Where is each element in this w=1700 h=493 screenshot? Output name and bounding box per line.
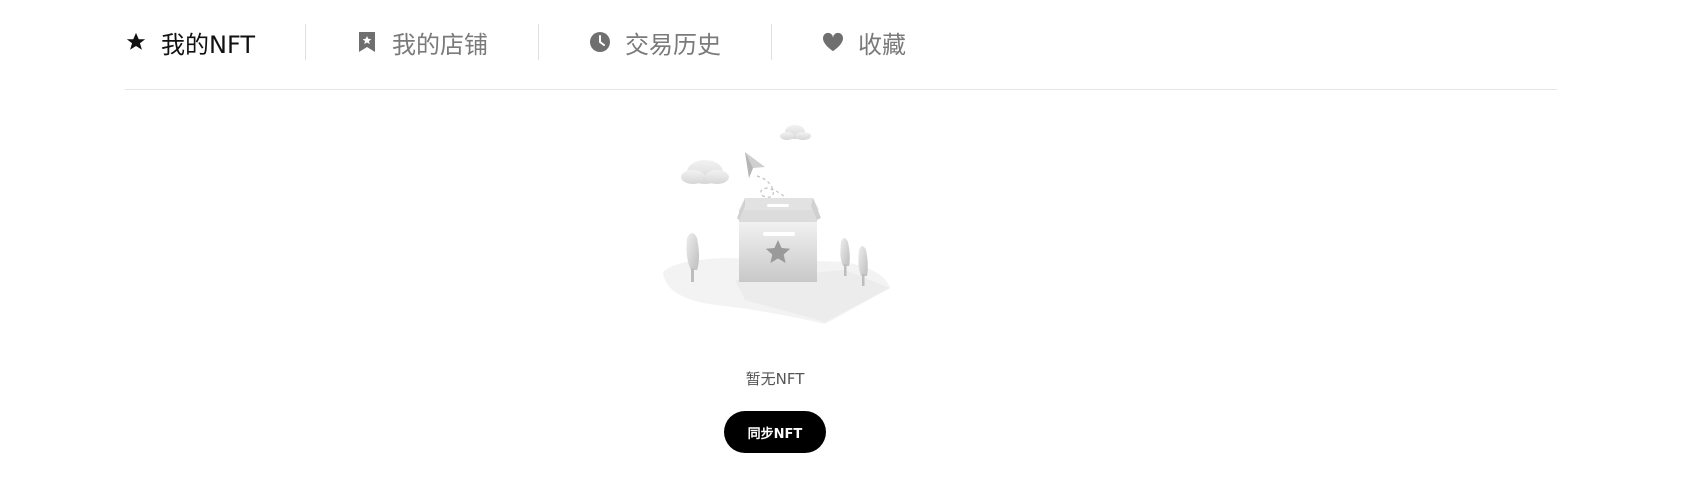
bookmark-icon: [356, 31, 378, 53]
heart-icon: [822, 31, 844, 53]
tab-bar: 我的NFT 我的店铺 交易历史 收藏: [125, 24, 1557, 90]
tab-favorites[interactable]: 收藏: [772, 24, 932, 60]
tab-label: 我的NFT: [161, 30, 255, 59]
tab-label: 交易历史: [625, 30, 721, 59]
clock-icon: [589, 31, 611, 53]
star-icon: [125, 31, 147, 53]
empty-message: 暂无NFT: [745, 370, 805, 388]
empty-state: 暂无NFT 同步NFT: [0, 110, 1700, 453]
empty-box-illustration: [663, 125, 890, 324]
tab-my-nft[interactable]: 我的NFT: [125, 24, 306, 60]
tab-label: 我的店铺: [392, 30, 488, 59]
tab-my-store[interactable]: 我的店铺: [306, 24, 539, 60]
tab-label: 收藏: [858, 30, 906, 59]
sync-nft-button[interactable]: 同步NFT: [724, 411, 826, 453]
tab-trade-history[interactable]: 交易历史: [539, 24, 772, 60]
page: 我的NFT 我的店铺 交易历史 收藏 暂无NFT 同步NFT: [0, 0, 1700, 493]
